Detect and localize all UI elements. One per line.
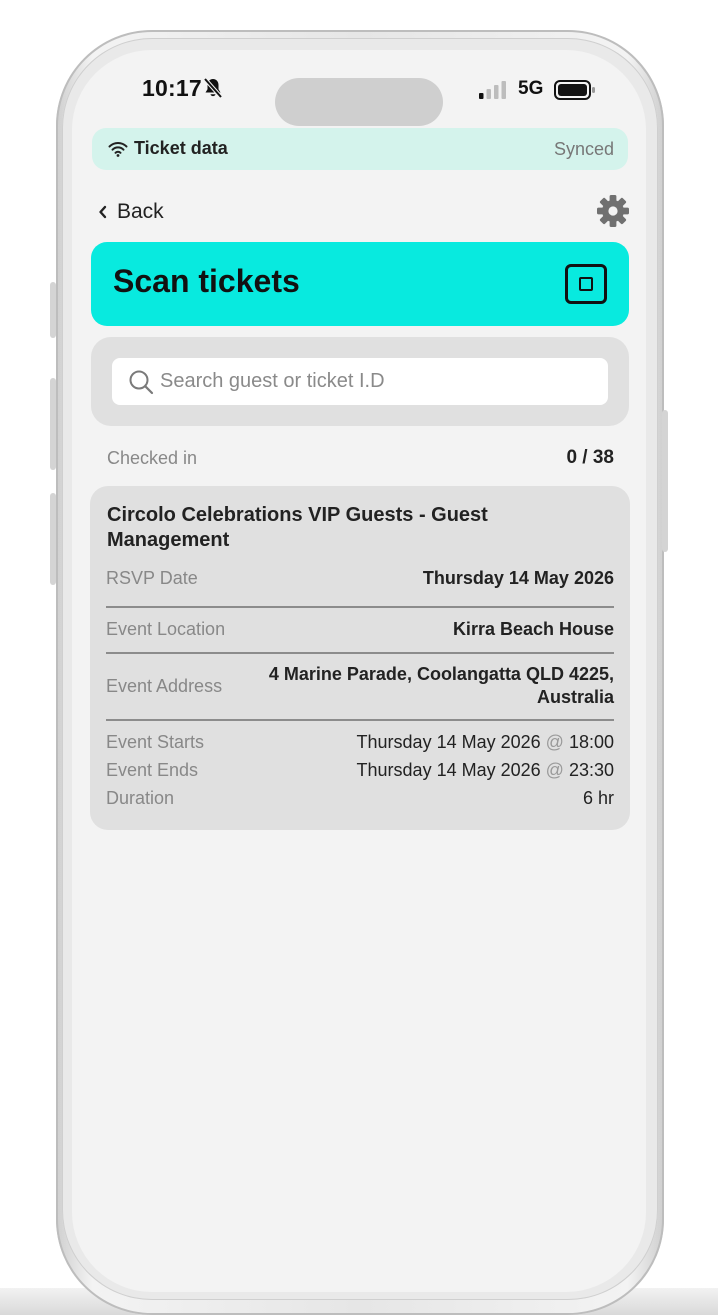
at-sign: @ (545, 732, 564, 752)
divider (106, 606, 614, 608)
event-ends-label: Event Ends (106, 760, 199, 780)
divider (106, 652, 614, 654)
dynamic-island (275, 78, 443, 126)
event-starts-label: Event Starts (106, 732, 205, 752)
sync-title: Ticket data (134, 138, 228, 158)
sync-status: Synced (553, 139, 614, 159)
event-address-label: Event Address (106, 676, 223, 696)
duration-label: Duration (106, 788, 175, 808)
search-placeholder: Search guest or ticket I.D (160, 370, 385, 392)
chevron-left-icon (99, 205, 107, 219)
scan-header: Scan tickets (91, 242, 629, 326)
event-title: Circolo Celebrations VIP Guests - Guest … (107, 504, 488, 551)
rsvp-date-label: RSVP Date (106, 568, 198, 588)
gear-icon[interactable] (596, 194, 630, 228)
sync-banner: Ticket data Synced (92, 128, 628, 170)
event-address-line1: 4 Marine Parade, Coolangatta QLD 4225, (268, 664, 614, 684)
volume-down-button (50, 493, 56, 585)
event-ends-date: Thursday 14 May 2026 (356, 760, 541, 780)
divider (106, 719, 614, 721)
battery-icon (554, 80, 595, 100)
status-time: 10:17 (142, 75, 202, 101)
event-card[interactable]: Circolo Celebrations VIP Guests - Guest … (90, 486, 630, 830)
phone-screen: 10:17 5G Ticket data Synced Back Scan ti… (72, 50, 646, 1292)
signal-icon (479, 81, 506, 99)
search-icon (129, 370, 154, 395)
search-container: Search guest or ticket I.D (91, 337, 629, 426)
rsvp-date-value: Thursday 14 May 2026 (422, 568, 614, 588)
duration-value: 6 hr (582, 788, 614, 808)
volume-up-button (50, 378, 56, 470)
bell-slash-icon (203, 77, 223, 99)
back-button[interactable]: Back (98, 198, 164, 226)
network-label: 5G (518, 78, 544, 99)
page-title: Scan tickets (113, 263, 300, 299)
at-sign: @ (545, 760, 564, 780)
back-label: Back (117, 200, 164, 223)
event-starts-time: 18:00 (568, 732, 614, 752)
event-ends-value: Thursday 14 May 2026 @ 23:30 (357, 760, 614, 781)
event-location-value: Kirra Beach House (452, 619, 614, 639)
search-input[interactable]: Search guest or ticket I.D (112, 358, 608, 405)
power-button (662, 410, 668, 552)
event-location-label: Event Location (106, 619, 226, 639)
scan-button[interactable] (565, 264, 607, 304)
wifi-icon (108, 142, 128, 157)
checked-in-label: Checked in (107, 448, 198, 468)
event-starts-value: Thursday 14 May 2026 @ 18:00 (357, 732, 614, 753)
silent-switch (50, 282, 56, 338)
event-address-line2: Australia (536, 687, 614, 707)
event-ends-time: 23:30 (568, 760, 614, 780)
checked-in-count: 0 / 38 (566, 447, 614, 468)
event-starts-date: Thursday 14 May 2026 (356, 732, 541, 752)
scan-square-icon (579, 277, 593, 291)
